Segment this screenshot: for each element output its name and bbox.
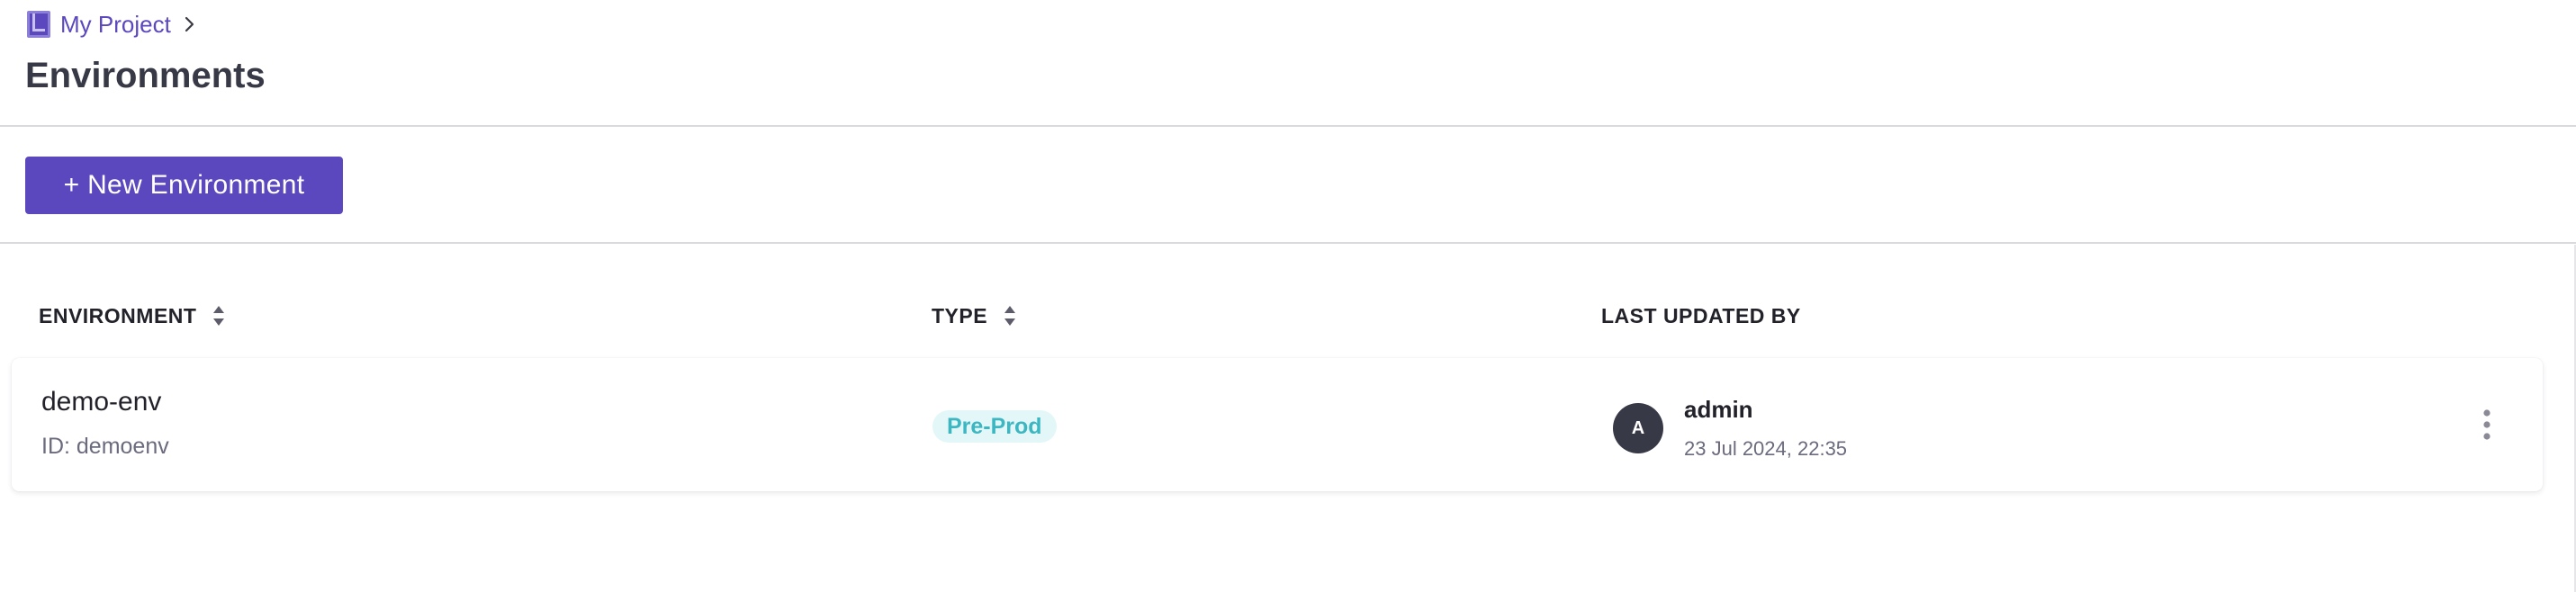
table-row[interactable]: demo-env ID: demoenv Pre-Prod A admin 23… [12, 358, 2543, 491]
more-vertical-icon[interactable] [2476, 407, 2498, 443]
book-icon [26, 10, 51, 39]
column-header-type[interactable]: TYPE [932, 302, 1016, 329]
updated-at-timestamp: 23 Jul 2024, 22:35 [1684, 437, 1848, 460]
page-title: Environments [25, 56, 266, 95]
updated-by-name: admin [1684, 396, 1753, 423]
avatar: A [1613, 403, 1663, 453]
environment-id: ID: demoenv [41, 434, 169, 459]
chevron-right-icon [182, 14, 198, 34]
breadcrumb-project-link[interactable]: My Project [60, 11, 171, 39]
environment-type-badge: Pre-Prod [932, 410, 1057, 443]
page-header: My Project Environments [0, 0, 2576, 127]
toolbar: + New Environment [0, 127, 2576, 244]
breadcrumb: My Project [26, 9, 198, 40]
column-header-label: LAST UPDATED BY [1601, 303, 1801, 327]
column-header-label: TYPE [932, 303, 988, 327]
new-environment-button[interactable]: + New Environment [25, 157, 343, 214]
sort-icon[interactable] [212, 304, 225, 327]
environments-table: ENVIRONMENT TYPE LAST UPDATED BY demo-en… [0, 245, 2576, 592]
column-header-label: ENVIRONMENT [39, 303, 197, 327]
column-header-environment[interactable]: ENVIRONMENT [39, 302, 225, 329]
sort-icon[interactable] [1004, 304, 1016, 327]
environment-name: demo-env [41, 387, 162, 417]
column-header-last-updated-by: LAST UPDATED BY [1601, 302, 1801, 329]
